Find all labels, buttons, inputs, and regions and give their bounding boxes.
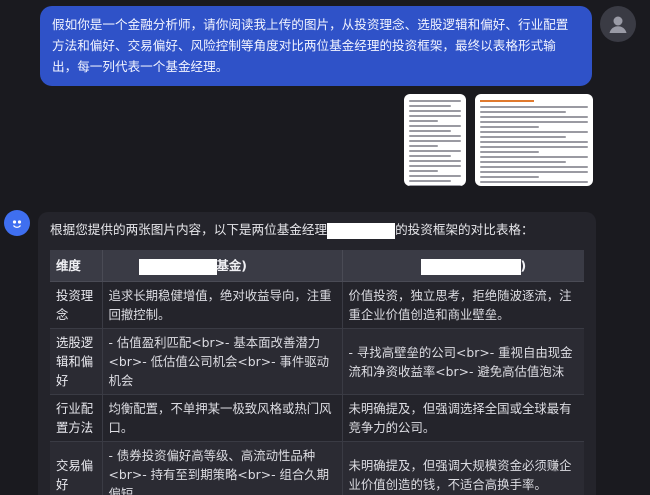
row-dimension: 投资理念 <box>50 281 102 329</box>
user-message-bubble: 假如你是一个金融分析师，请你阅读我上传的图片，从投资理念、选股逻辑和偏好、行业配… <box>40 6 592 86</box>
user-avatar[interactable] <box>600 6 636 42</box>
redaction-box <box>420 258 521 275</box>
bot-face-icon <box>12 220 22 228</box>
comparison-table: 维度 基金) ) 投资理念 追求长期稳健增值，绝对收益导向，注重回撤控制。 价值… <box>50 250 584 495</box>
assistant-message-bubble: 根据您提供的两张图片内容，以下是两位基金经理 的投资框架的对比表格： 维度 基金)… <box>38 212 596 495</box>
table-row: 行业配置方法 均衡配置，不单押某一极致风格或热门风口。 未明确提及，但强调选择全… <box>50 394 584 442</box>
assistant-avatar <box>4 210 30 236</box>
redaction-box <box>138 258 217 275</box>
header-dimension: 维度 <box>50 250 102 282</box>
table-row: 选股逻辑和偏好 - 估值盈利匹配<br>- 基本面改善潜力<br>- 低估值公司… <box>50 328 584 395</box>
table-header-row: 维度 基金) ) <box>50 250 584 282</box>
redaction-box <box>327 222 396 239</box>
row-manager-a-cell: - 债券投资偏好高等级、高流动性品种<br>- 持有至到期策略<br>- 组合久… <box>101 441 342 495</box>
row-manager-a-cell: 追求长期稳健增值，绝对收益导向，注重回撤控制。 <box>101 281 342 329</box>
row-dimension: 行业配置方法 <box>50 394 102 442</box>
user-silhouette-icon <box>609 16 627 33</box>
table-row: 交易偏好 - 债券投资偏好高等级、高流动性品种<br>- 持有至到期策略<br>… <box>50 441 584 495</box>
intro-suffix: 的投资框架的对比表格： <box>395 222 534 237</box>
user-message-text: 假如你是一个金融分析师，请你阅读我上传的图片，从投资理念、选股逻辑和偏好、行业配… <box>52 17 569 74</box>
row-dimension: 交易偏好 <box>50 441 102 495</box>
row-manager-a-cell: - 估值盈利匹配<br>- 基本面改善潜力<br>- 低估值公司机会<br>- … <box>101 328 342 395</box>
row-manager-b-cell: 价值投资，独立思考，拒绝随波逐流，注重企业价值创造和商业壁垒。 <box>341 281 584 329</box>
row-dimension: 选股逻辑和偏好 <box>50 328 102 395</box>
uploaded-image-thumbnail-1[interactable] <box>404 94 466 186</box>
intro-prefix: 根据您提供的两张图片内容，以下是两位基金经理 <box>50 222 328 237</box>
table-row: 投资理念 追求长期稳健增值，绝对收益导向，注重回撤控制。 价值投资，独立思考，拒… <box>50 281 584 329</box>
row-manager-b-cell: - 寻找高壁垒的公司<br>- 重视自由现金流和净资收益率<br>- 避免高估值… <box>341 328 584 395</box>
row-manager-a-cell: 均衡配置，不单押某一极致风格或热门风口。 <box>101 394 342 442</box>
assistant-intro: 根据您提供的两张图片内容，以下是两位基金经理 的投资框架的对比表格： <box>50 220 584 240</box>
row-manager-b-cell: 未明确提及，但强调选择全国或全球最有竞争力的公司。 <box>341 394 584 442</box>
uploaded-image-thumbnail-2[interactable] <box>475 94 593 186</box>
row-manager-b-cell: 未明确提及，但强调大规模资金必须赚企业价值创造的钱，不适合高换手率。 <box>341 441 584 495</box>
header-manager-b: ) <box>341 250 584 282</box>
header-manager-a: 基金) <box>101 250 342 282</box>
